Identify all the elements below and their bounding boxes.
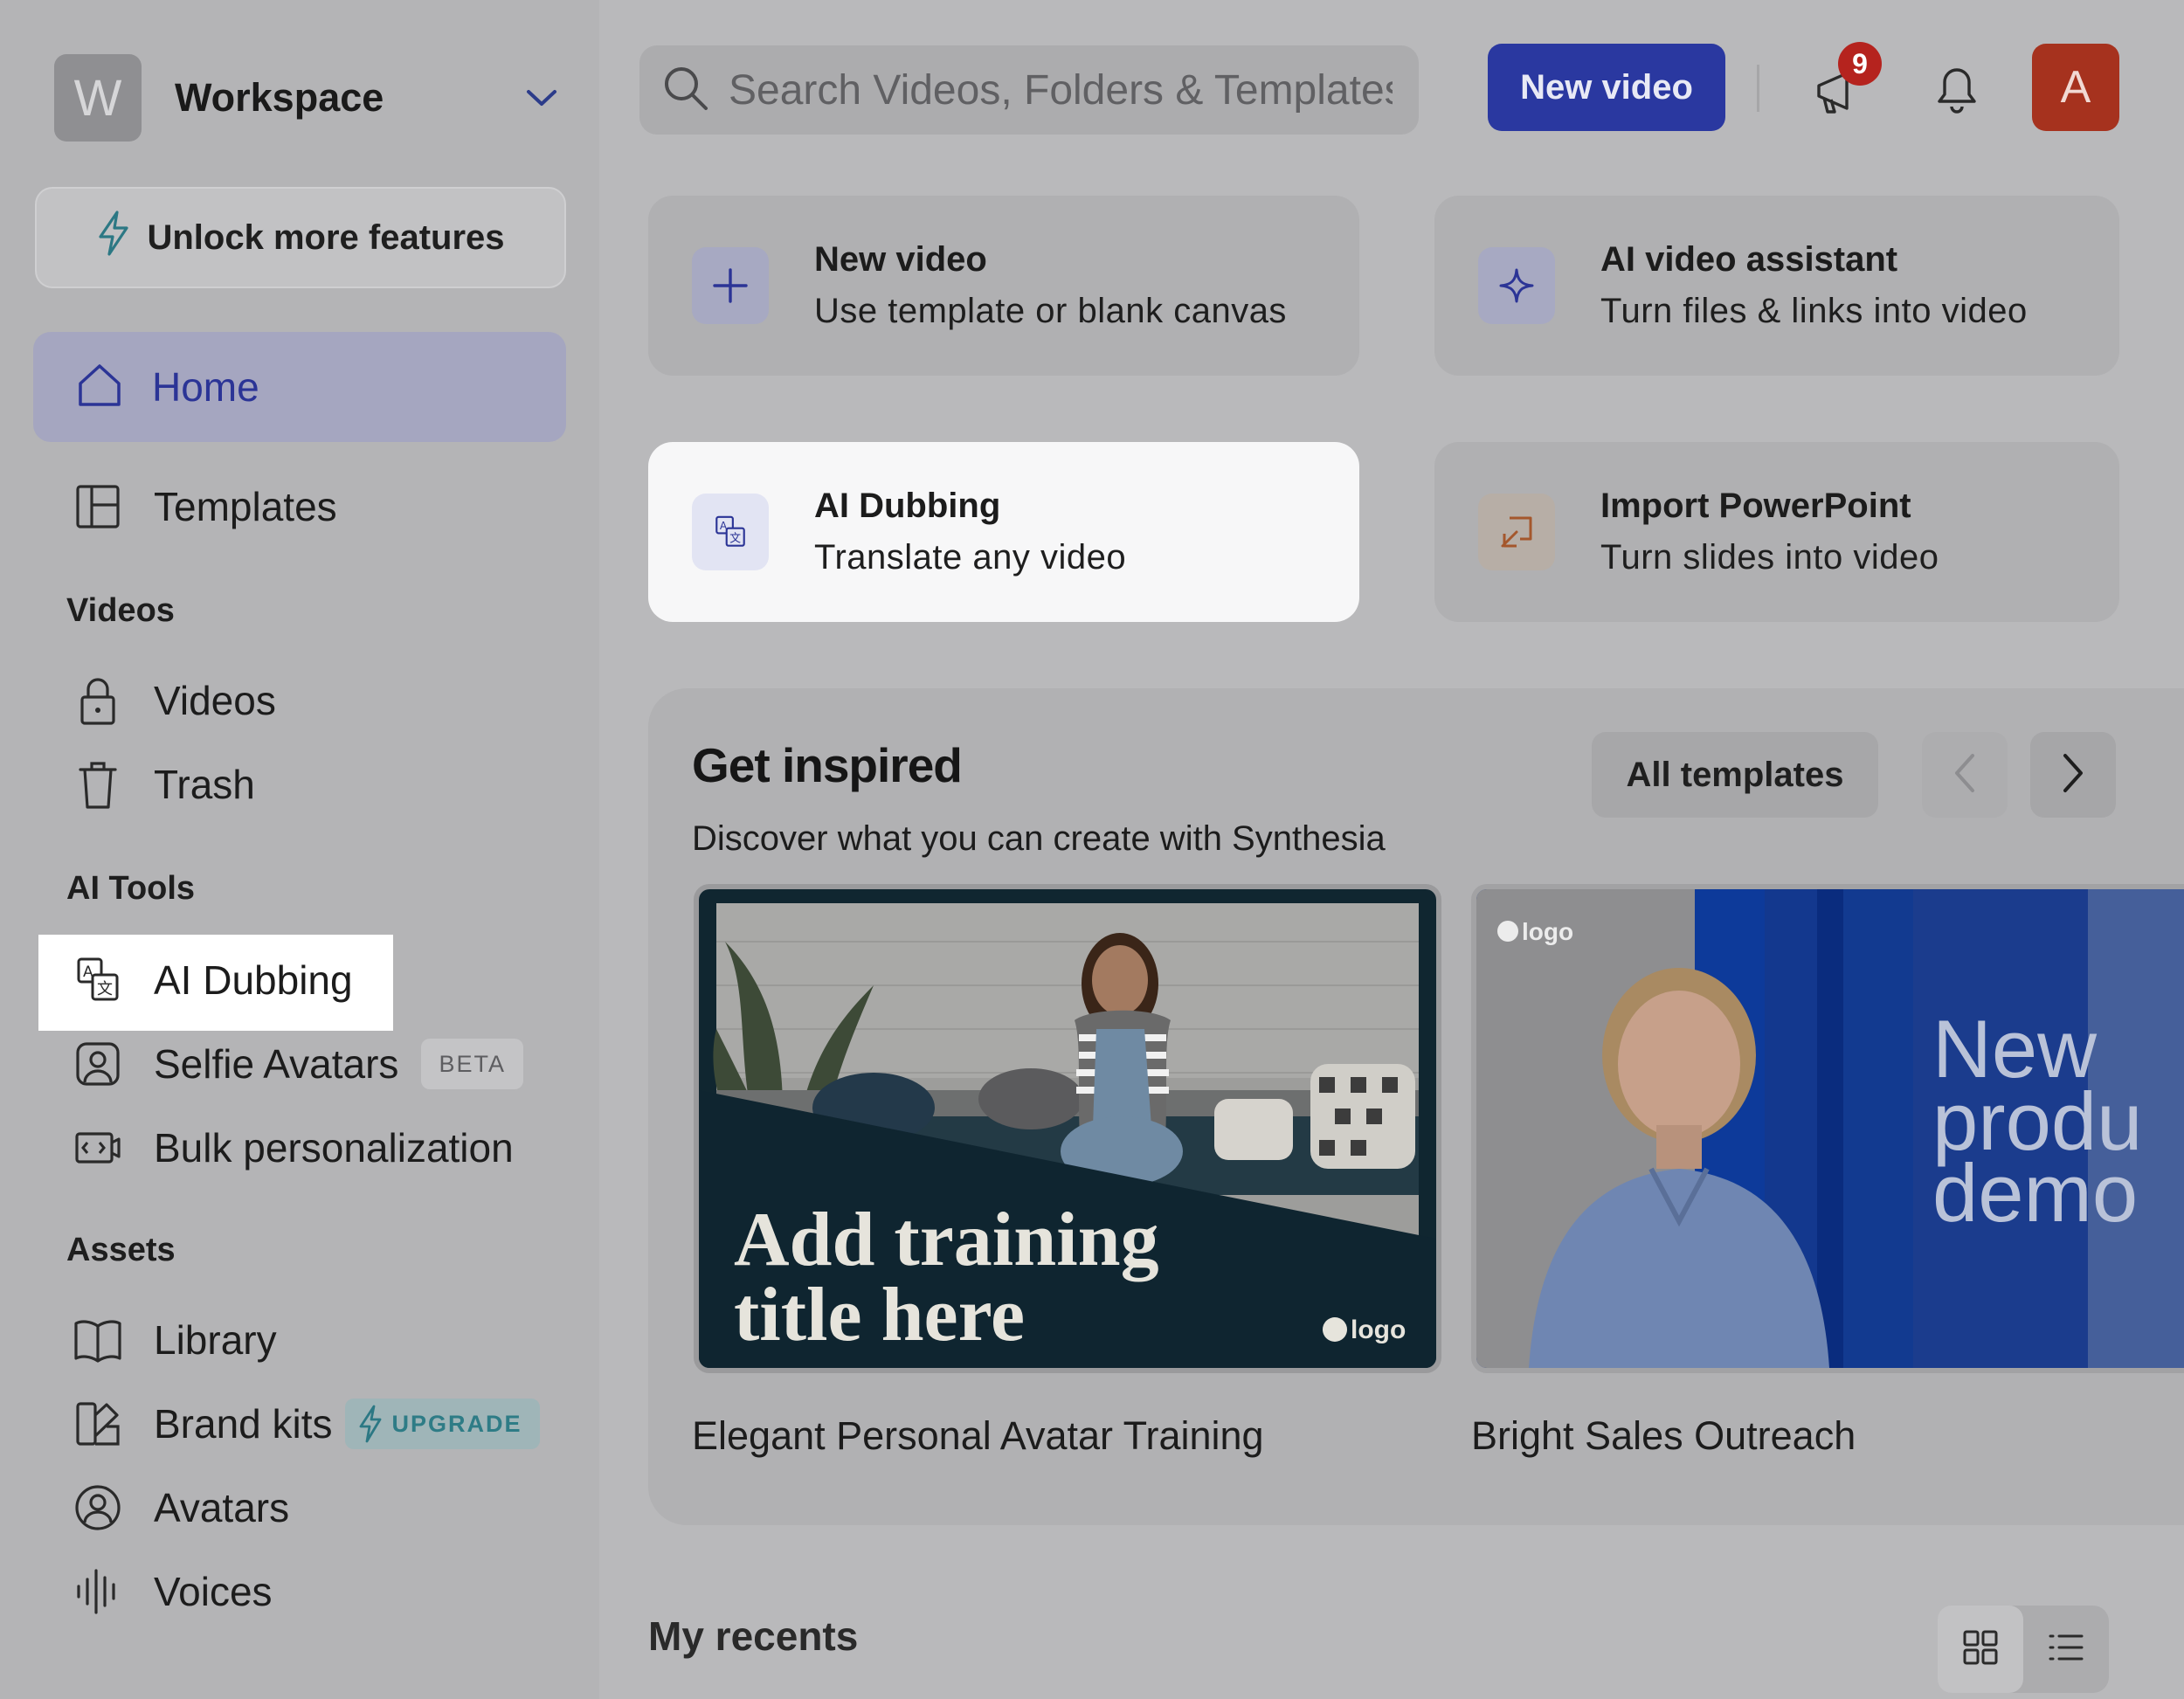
beta-badge: BETA bbox=[421, 1039, 523, 1089]
sidebar-item-label: Voices bbox=[154, 1569, 273, 1614]
chevron-left-icon bbox=[1952, 751, 1978, 799]
get-inspired-panel: Get inspired Discover what you can creat… bbox=[648, 688, 2184, 1525]
sidebar-item-trash[interactable]: Trash bbox=[70, 749, 255, 819]
sidebar-item-brand-kits[interactable]: Brand kits UPGRADE bbox=[70, 1389, 540, 1459]
sidebar-item-videos[interactable]: Videos bbox=[70, 666, 276, 736]
sidebar: W Workspace Unlock more features Home Te… bbox=[0, 0, 599, 1699]
grid-view-button[interactable] bbox=[1938, 1606, 2023, 1693]
import-powerpoint-card[interactable]: Import PowerPoint Turn slides into video bbox=[1434, 442, 2119, 622]
sidebar-item-label: AI Dubbing bbox=[154, 957, 353, 1003]
trash-icon bbox=[70, 756, 126, 812]
thumb-title-line2: title here bbox=[734, 1273, 1025, 1357]
sidebar-item-voices[interactable]: Voices bbox=[70, 1557, 273, 1626]
template-thumbnail-bright-sales-outreach[interactable]: logo New produ demo bbox=[1471, 884, 2184, 1373]
chevron-down-icon[interactable] bbox=[522, 79, 561, 117]
svg-text:文: 文 bbox=[97, 980, 113, 998]
sidebar-item-label: Templates bbox=[154, 484, 337, 529]
sidebar-item-label: Bulk personalization bbox=[154, 1125, 514, 1171]
svg-text:文: 文 bbox=[729, 532, 741, 545]
lightning-icon bbox=[96, 210, 147, 266]
ai-video-assistant-card[interactable]: AI video assistant Turn files & links in… bbox=[1434, 196, 2119, 376]
list-view-button[interactable] bbox=[2023, 1606, 2109, 1693]
sidebar-item-label: Avatars bbox=[154, 1485, 290, 1530]
user-avatar[interactable]: A bbox=[2032, 44, 2119, 131]
avatar-icon bbox=[70, 1480, 126, 1536]
card-subtitle: Translate any video bbox=[814, 538, 1127, 577]
all-templates-button[interactable]: All templates bbox=[1592, 732, 1878, 818]
sidebar-item-label: Brand kits bbox=[154, 1401, 333, 1447]
card-title: Import PowerPoint bbox=[1600, 487, 1911, 525]
grid-icon bbox=[1961, 1628, 2000, 1671]
card-title: AI video assistant bbox=[1600, 240, 1898, 279]
unlock-label: Unlock more features bbox=[147, 218, 505, 257]
sparkle-icon bbox=[1478, 247, 1555, 324]
unlock-features-button[interactable]: Unlock more features bbox=[35, 187, 566, 288]
workspace-name: Workspace bbox=[175, 75, 384, 120]
template-thumbnail-elegant-personal-avatar-training[interactable]: Add training title here logo bbox=[694, 884, 1441, 1373]
import-slides-icon bbox=[1478, 494, 1555, 570]
section-subtitle: Discover what you can create with Synthe… bbox=[692, 819, 1386, 858]
section-ai-tools: AI Tools bbox=[66, 870, 196, 907]
bulk-personalization-icon bbox=[70, 1120, 126, 1176]
thumb-title-line3: demo bbox=[1932, 1147, 2138, 1239]
thumb-title-line1: Add training bbox=[734, 1198, 1159, 1282]
search-bar[interactable] bbox=[639, 45, 1419, 135]
thumb-logo: logo bbox=[1351, 1316, 1406, 1344]
translate-icon: A文 bbox=[692, 494, 769, 570]
thumb-logo: logo bbox=[1522, 918, 1573, 945]
announcement-count-badge: 9 bbox=[1838, 42, 1882, 86]
carousel-prev-button[interactable] bbox=[1922, 732, 2008, 818]
book-icon bbox=[70, 1312, 126, 1368]
card-subtitle: Turn files & links into video bbox=[1600, 292, 2028, 330]
lock-icon bbox=[70, 673, 126, 729]
list-icon bbox=[2047, 1628, 2085, 1671]
selfie-avatar-icon bbox=[70, 1036, 126, 1092]
template-name: Bright Sales Outreach bbox=[1471, 1413, 1856, 1458]
waveform-icon bbox=[70, 1564, 126, 1620]
sidebar-item-templates[interactable]: Templates bbox=[70, 472, 337, 542]
carousel-next-button[interactable] bbox=[2030, 732, 2116, 818]
sidebar-item-home[interactable]: Home bbox=[33, 332, 566, 442]
section-title: Get inspired bbox=[692, 738, 963, 792]
card-subtitle: Turn slides into video bbox=[1600, 538, 1939, 577]
sidebar-item-label: Library bbox=[154, 1317, 277, 1363]
workspace-avatar: W bbox=[54, 54, 142, 142]
templates-icon bbox=[70, 479, 126, 535]
sidebar-item-label: Trash bbox=[154, 762, 255, 807]
translate-icon: A文 bbox=[70, 952, 126, 1008]
template-name: Elegant Personal Avatar Training bbox=[692, 1413, 1264, 1458]
ai-dubbing-card[interactable]: A文 AI Dubbing Translate any video bbox=[648, 442, 1359, 622]
upgrade-badge[interactable]: UPGRADE bbox=[344, 1399, 540, 1449]
sidebar-item-library[interactable]: Library bbox=[70, 1305, 277, 1375]
sidebar-item-label: Videos bbox=[154, 678, 276, 723]
card-title: New video bbox=[814, 240, 987, 279]
sidebar-item-selfie-avatars[interactable]: Selfie Avatars BETA bbox=[70, 1029, 523, 1099]
card-title: AI Dubbing bbox=[814, 487, 1001, 525]
sidebar-item-bulk-personalization[interactable]: Bulk personalization bbox=[70, 1113, 514, 1183]
sidebar-item-label: Selfie Avatars bbox=[154, 1041, 399, 1087]
home-icon bbox=[73, 359, 126, 416]
section-videos: Videos bbox=[66, 592, 175, 629]
chevron-right-icon bbox=[2060, 751, 2086, 799]
sidebar-item-label: Home bbox=[152, 364, 259, 410]
search-input[interactable] bbox=[729, 66, 1393, 114]
new-video-button[interactable]: New video bbox=[1488, 44, 1725, 131]
sidebar-item-ai-dubbing[interactable]: A文 AI Dubbing bbox=[70, 945, 353, 1015]
bell-icon[interactable] bbox=[1929, 58, 1985, 119]
my-recents-title: My recents bbox=[648, 1613, 859, 1659]
workspace-switcher[interactable]: W Workspace bbox=[54, 54, 561, 142]
plus-icon bbox=[692, 247, 769, 324]
upgrade-label: UPGRADE bbox=[391, 1410, 522, 1437]
header-divider bbox=[1757, 65, 1759, 112]
sidebar-item-avatars[interactable]: Avatars bbox=[70, 1473, 289, 1543]
section-assets: Assets bbox=[66, 1232, 176, 1268]
brand-kit-icon bbox=[70, 1396, 126, 1452]
card-subtitle: Use template or blank canvas bbox=[814, 292, 1287, 330]
search-icon bbox=[662, 65, 709, 116]
new-video-card[interactable]: New video Use template or blank canvas bbox=[648, 196, 1359, 376]
view-toggle bbox=[1938, 1606, 2109, 1693]
